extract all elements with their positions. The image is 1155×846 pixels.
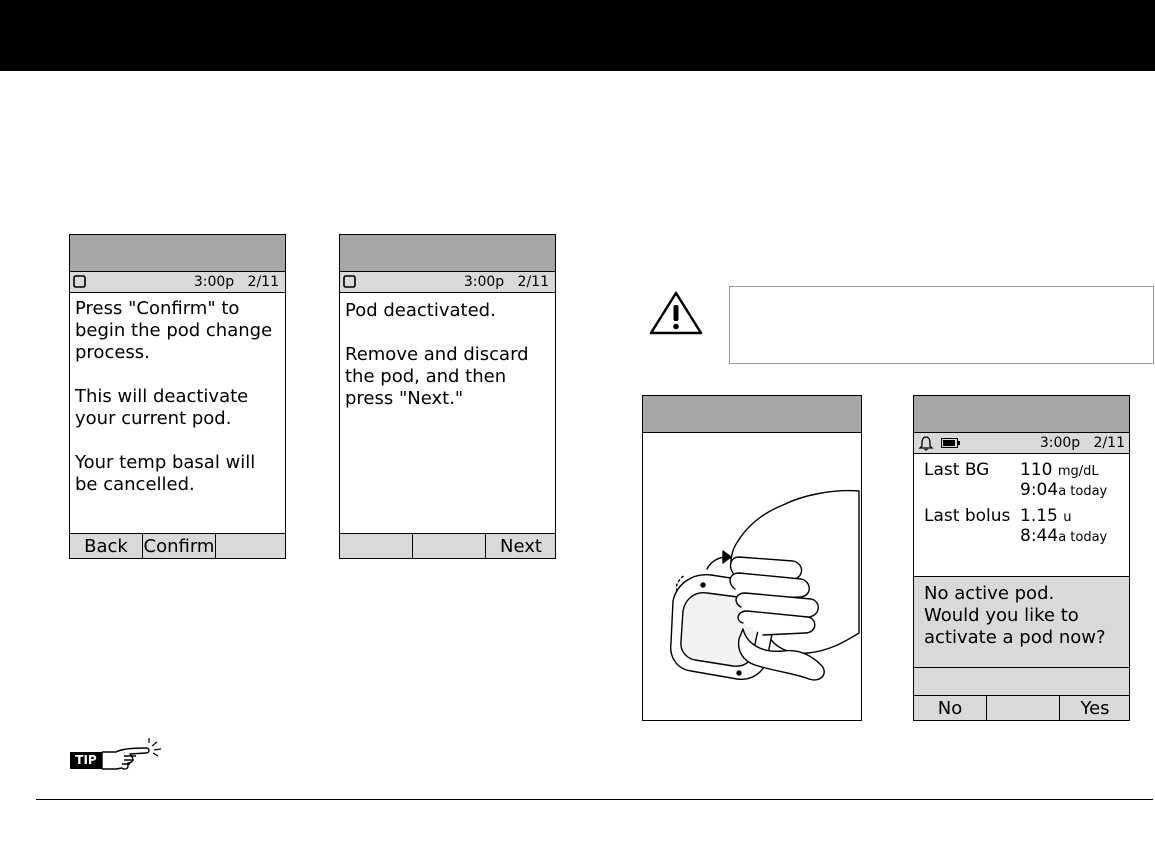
message-paragraph: Your temp basal will be cancelled. bbox=[75, 452, 256, 495]
hand-removing-pod-illustration bbox=[670, 489, 860, 681]
tip-label: TIP bbox=[70, 752, 102, 769]
pdm-screen-change-pod: 3:00p 2/11 Press "Confirm" to begin the … bbox=[69, 234, 286, 559]
screen-message: Press "Confirm" to begin the pod change … bbox=[75, 298, 281, 518]
screen-title-bar bbox=[340, 235, 555, 272]
last-bolus-label: Last bolus bbox=[924, 506, 1011, 526]
softkey-bar: Next bbox=[340, 533, 555, 558]
message-paragraph: Press "Confirm" to begin the pod change … bbox=[75, 298, 273, 363]
back-softkey[interactable]: Back bbox=[70, 534, 143, 558]
battery-icon bbox=[941, 438, 960, 448]
no-active-pod-alert: No active pod. Would you like to activat… bbox=[914, 576, 1129, 668]
footer-divider bbox=[36, 799, 1153, 800]
header-bar bbox=[0, 0, 1155, 71]
alert-line: activate a pod now? bbox=[924, 627, 1106, 648]
screen-message: Pod deactivated. Remove and discard the … bbox=[345, 300, 551, 432]
softkey-bar: No Yes bbox=[914, 695, 1129, 720]
blank-softkey[interactable] bbox=[987, 696, 1060, 720]
blank-softkey[interactable] bbox=[216, 534, 286, 558]
alert-line: Would you like to bbox=[924, 605, 1079, 626]
message-paragraph: Remove and discard the pod, and then pre… bbox=[345, 344, 529, 409]
no-softkey[interactable]: No bbox=[914, 696, 987, 720]
softkey-bar: Back Confirm bbox=[70, 533, 285, 558]
pod-removal-illustration-panel bbox=[642, 395, 862, 721]
confirm-softkey[interactable]: Confirm bbox=[143, 534, 216, 558]
yes-softkey[interactable]: Yes bbox=[1060, 696, 1130, 720]
screen-title-bar bbox=[70, 235, 285, 272]
blank-softkey[interactable] bbox=[340, 534, 413, 558]
bell-icon bbox=[918, 436, 934, 451]
blank-row bbox=[914, 668, 1129, 696]
last-bg-label: Last BG bbox=[924, 460, 990, 480]
pointing-hand-icon bbox=[102, 738, 162, 770]
screen-title-bar bbox=[914, 396, 1129, 433]
last-bolus-time: 8:44a today bbox=[1020, 526, 1108, 546]
status-time-date: 3:00p 2/11 bbox=[1039, 435, 1125, 451]
pod-icon bbox=[73, 275, 86, 288]
panel-title-bar bbox=[643, 396, 861, 433]
pdm-screen-status: 3:00p 2/11 Last BG 110 mg/dL 9:04a today… bbox=[913, 395, 1130, 721]
status-time-date: 3:00p 2/11 bbox=[193, 274, 279, 290]
pdm-screen-pod-deactivated: 3:00p 2/11 Pod deactivated. Remove and d… bbox=[339, 234, 556, 559]
status-bar: 3:00p 2/11 bbox=[70, 272, 285, 293]
next-softkey[interactable]: Next bbox=[486, 534, 556, 558]
last-bolus-value: 1.15 u bbox=[1020, 506, 1072, 526]
last-bg-value: 110 mg/dL bbox=[1020, 460, 1099, 480]
message-paragraph: This will deactivate your current pod. bbox=[75, 386, 249, 429]
caution-triangle-icon bbox=[649, 291, 703, 335]
status-time-date: 3:00p 2/11 bbox=[463, 274, 549, 290]
pod-icon bbox=[343, 275, 356, 288]
alert-line: No active pod. bbox=[924, 583, 1055, 604]
blank-softkey[interactable] bbox=[413, 534, 486, 558]
last-bg-time: 9:04a today bbox=[1020, 480, 1108, 500]
message-paragraph: Pod deactivated. bbox=[345, 300, 496, 321]
status-bar: 3:00p 2/11 bbox=[340, 272, 555, 293]
status-bar: 3:00p 2/11 bbox=[914, 433, 1129, 454]
caution-text-box bbox=[729, 286, 1154, 364]
tip-icon: TIP bbox=[70, 738, 165, 772]
